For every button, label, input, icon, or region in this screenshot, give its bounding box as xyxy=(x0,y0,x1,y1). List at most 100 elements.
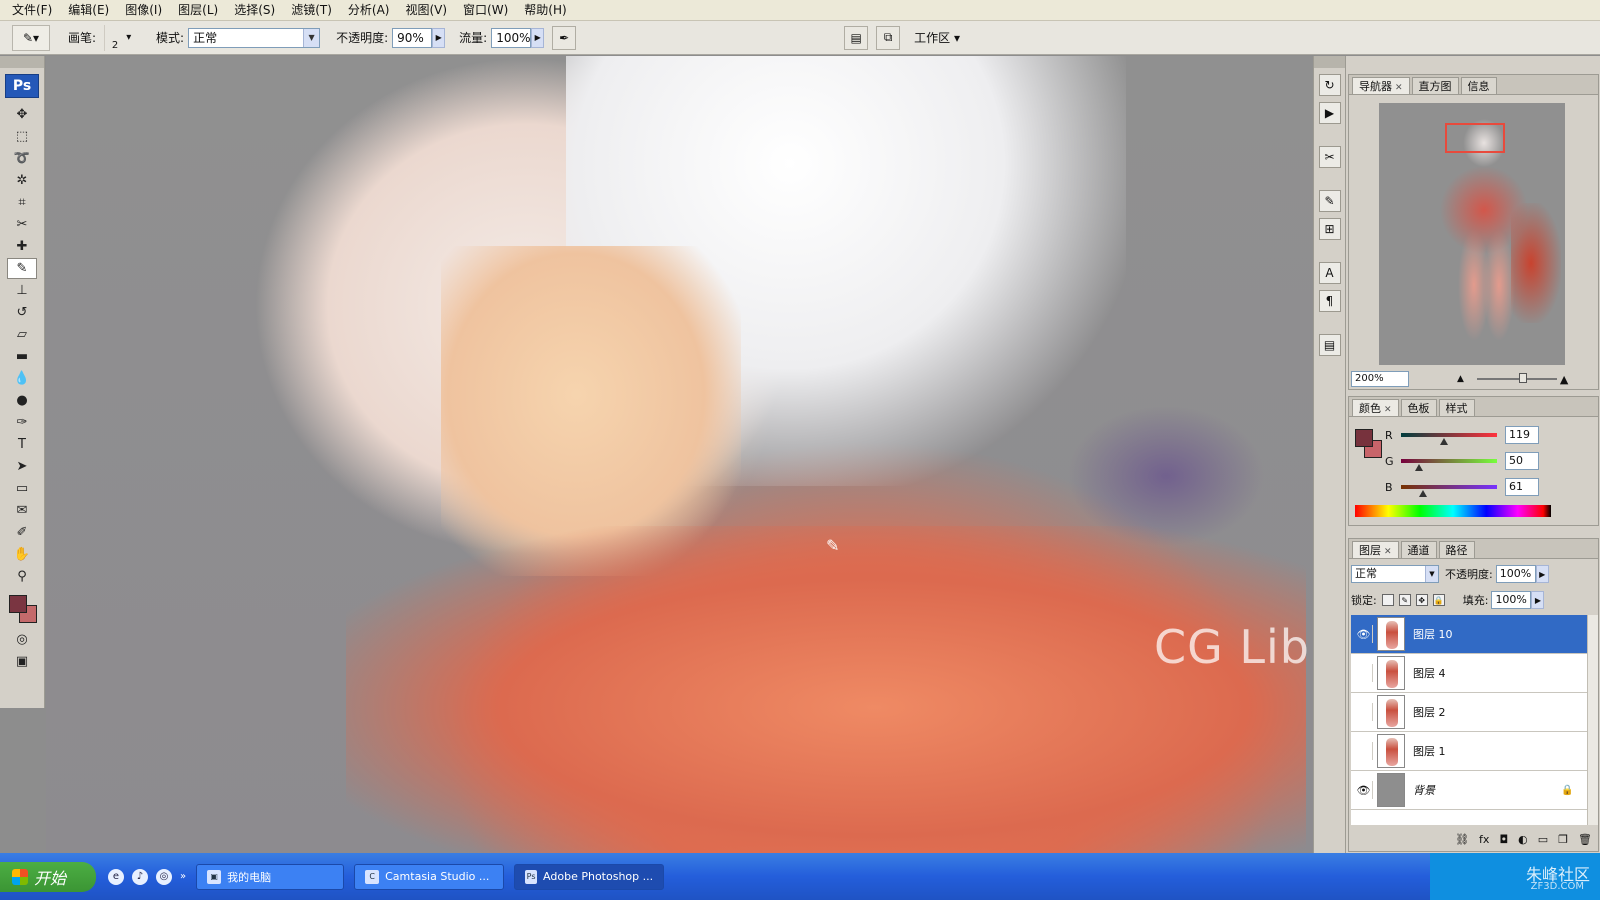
hand-tool-icon[interactable]: ✋ xyxy=(7,544,37,565)
start-button[interactable]: 开始 xyxy=(0,861,96,892)
close-icon[interactable]: ✕ xyxy=(1384,547,1392,557)
layer-list-scrollbar[interactable] xyxy=(1587,615,1598,825)
app-icon[interactable]: ◎ xyxy=(156,868,172,885)
color-spectrum-bar[interactable] xyxy=(1355,505,1551,517)
flow-slider-toggle[interactable]: ▶ xyxy=(531,27,545,48)
layer-fill-slider-toggle[interactable]: ▶ xyxy=(1531,591,1545,609)
visibility-toggle[interactable] xyxy=(1355,742,1373,760)
task-photoshop[interactable]: Ps Adobe Photoshop ... xyxy=(514,863,665,890)
menu-layer[interactable]: 图层(L) xyxy=(170,0,226,21)
lasso-tool-icon[interactable]: ➰ xyxy=(7,148,37,169)
menu-filter[interactable]: 滤镜(T) xyxy=(283,0,340,21)
lock-transparency-icon[interactable] xyxy=(1381,594,1394,606)
history-brush-tool-icon[interactable]: ↺ xyxy=(7,302,37,323)
opacity-slider-toggle[interactable]: ▶ xyxy=(432,27,446,48)
layer-row[interactable]: 👁 图层 10 xyxy=(1351,615,1587,654)
tab-layers[interactable]: 图层 ✕ xyxy=(1352,541,1399,558)
slice-tool-icon[interactable]: ✂ xyxy=(7,214,37,235)
character-icon[interactable]: A xyxy=(1318,262,1341,284)
menu-view[interactable]: 视图(V) xyxy=(397,0,455,21)
photoshop-logo[interactable]: Ps xyxy=(5,74,39,98)
tab-navigator[interactable]: 导航器 ✕ xyxy=(1352,77,1410,94)
blue-slider[interactable] xyxy=(1401,485,1497,497)
layer-row[interactable]: 👁 背景 🔒 xyxy=(1351,771,1587,810)
foreground-color-swatch[interactable] xyxy=(1355,429,1373,447)
tab-color[interactable]: 颜色 ✕ xyxy=(1352,399,1399,416)
red-value-field[interactable]: 119 xyxy=(1505,426,1539,444)
green-slider[interactable] xyxy=(1401,459,1497,471)
bridge-button[interactable]: ⧉ xyxy=(876,25,901,50)
delete-layer-icon[interactable]: 🗑 xyxy=(1578,833,1592,846)
menu-window[interactable]: 窗口(W) xyxy=(455,0,516,21)
quick-launch-more-icon[interactable]: » xyxy=(180,871,186,882)
tool-presets-icon[interactable]: ✂ xyxy=(1318,146,1341,168)
tool-preset-picker[interactable]: ✎▾ xyxy=(12,24,50,51)
layer-style-icon[interactable]: fx xyxy=(1479,833,1489,846)
media-player-icon[interactable]: ♪ xyxy=(132,868,148,885)
crop-tool-icon[interactable]: ⌗ xyxy=(7,192,37,213)
eye-icon[interactable]: 👁 xyxy=(1355,781,1373,799)
zoom-in-icon[interactable]: ▲ xyxy=(1560,373,1568,386)
gradient-tool-icon[interactable]: ▬ xyxy=(7,346,37,367)
layer-opacity-slider-toggle[interactable]: ▶ xyxy=(1535,565,1549,583)
layer-opacity-field[interactable]: 100% xyxy=(1495,565,1536,583)
dock-grip[interactable] xyxy=(1314,56,1345,68)
menu-file[interactable]: 文件(F) xyxy=(4,0,60,21)
adjustment-layer-icon[interactable]: ◐ xyxy=(1518,833,1528,846)
visibility-toggle[interactable] xyxy=(1355,703,1373,721)
magic-wand-tool-icon[interactable]: ✲ xyxy=(7,170,37,191)
marquee-tool-icon[interactable]: ⬚ xyxy=(7,126,37,147)
clone-stamp-tool-icon[interactable]: ⊥ xyxy=(7,280,37,301)
task-camtasia[interactable]: C Camtasia Studio ... xyxy=(354,863,505,890)
toolbox-grip[interactable] xyxy=(0,56,44,68)
eyedropper-tool-icon[interactable]: ✐ xyxy=(7,522,37,543)
red-slider[interactable] xyxy=(1401,433,1497,445)
type-tool-icon[interactable]: T xyxy=(7,434,37,455)
navigator-preview[interactable] xyxy=(1379,103,1565,365)
menu-select[interactable]: 选择(S) xyxy=(226,0,283,21)
zoom-slider[interactable] xyxy=(1477,373,1557,383)
eye-icon[interactable]: 👁 xyxy=(1355,625,1373,643)
path-selection-tool-icon[interactable]: ➤ xyxy=(7,456,37,477)
close-icon[interactable]: ✕ xyxy=(1384,405,1392,415)
eraser-tool-icon[interactable]: ▱ xyxy=(7,324,37,345)
layer-row[interactable]: 图层 4 xyxy=(1351,654,1587,693)
history-icon[interactable]: ↻ xyxy=(1318,74,1341,96)
flow-field[interactable]: 100% xyxy=(491,27,532,48)
navigator-view-box[interactable] xyxy=(1445,123,1505,153)
zoom-out-icon[interactable]: ▲ xyxy=(1457,374,1464,384)
zoom-field[interactable]: 200% xyxy=(1351,371,1409,387)
move-tool-icon[interactable]: ✥ xyxy=(7,104,37,125)
opacity-field[interactable]: 90% xyxy=(392,27,433,48)
lock-all-icon[interactable]: 🔒 xyxy=(1432,594,1445,606)
new-layer-icon[interactable]: ❐ xyxy=(1558,833,1568,846)
brushes-palette-button[interactable]: ▤ xyxy=(844,25,869,50)
airbrush-button[interactable]: ✒ xyxy=(552,25,577,50)
actions-icon[interactable]: ▶ xyxy=(1318,102,1341,124)
layer-row[interactable]: 图层 2 xyxy=(1351,693,1587,732)
menu-image[interactable]: 图像(I) xyxy=(117,0,170,21)
tab-swatches[interactable]: 色板 xyxy=(1400,399,1437,416)
red-slider-knob[interactable] xyxy=(1440,438,1449,445)
dodge-tool-icon[interactable]: ● xyxy=(7,390,37,411)
lock-position-icon[interactable]: ✥ xyxy=(1415,594,1428,606)
task-my-computer[interactable]: ▣ 我的电脑 xyxy=(196,863,345,890)
screen-mode-icon[interactable]: ▣ xyxy=(7,651,37,672)
blue-slider-knob[interactable] xyxy=(1419,490,1428,497)
tab-paths[interactable]: 路径 xyxy=(1438,541,1475,558)
layer-comps-icon[interactable]: ▤ xyxy=(1318,334,1341,356)
quick-mask-icon[interactable]: ◎ xyxy=(7,629,37,650)
visibility-toggle[interactable] xyxy=(1355,664,1373,682)
zoom-tool-icon[interactable]: ⚲ xyxy=(7,566,37,587)
tab-histogram[interactable]: 直方图 xyxy=(1411,77,1459,94)
shape-tool-icon[interactable]: ▭ xyxy=(7,478,37,499)
menu-edit[interactable]: 编辑(E) xyxy=(60,0,117,21)
document-canvas[interactable]: CG Library ✎ xyxy=(46,56,1313,853)
foreground-color-swatch[interactable] xyxy=(9,595,27,613)
tab-info[interactable]: 信息 xyxy=(1460,77,1497,94)
close-icon[interactable]: ✕ xyxy=(1395,83,1403,93)
new-group-icon[interactable]: ▭ xyxy=(1538,833,1548,846)
notes-tool-icon[interactable]: ✉ xyxy=(7,500,37,521)
brush-tool-icon[interactable]: ✎ xyxy=(7,258,37,279)
brushes-icon[interactable]: ✎ xyxy=(1318,190,1341,212)
